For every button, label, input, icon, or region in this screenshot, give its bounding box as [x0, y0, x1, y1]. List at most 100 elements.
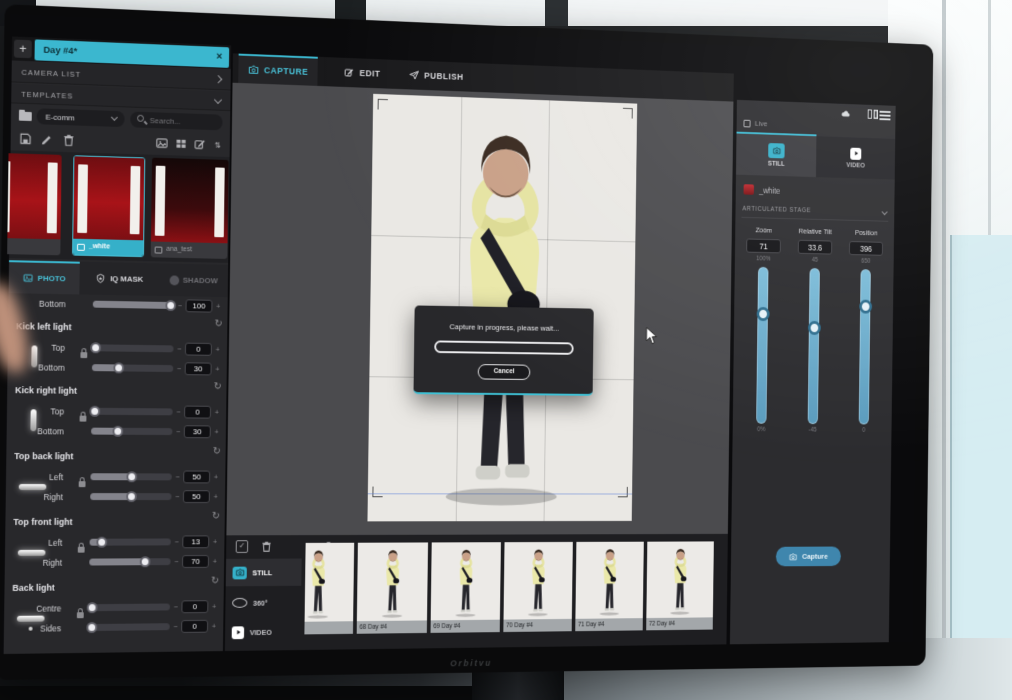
- tab-publish[interactable]: PUBLISH: [399, 60, 473, 92]
- value-box[interactable]: 33.6: [798, 240, 832, 255]
- increment-button[interactable]: +: [215, 365, 219, 374]
- value-box[interactable]: 100: [186, 299, 213, 312]
- mode-tab-video[interactable]: VIDEO: [225, 619, 301, 645]
- filmstrip-item[interactable]: [304, 543, 354, 635]
- tab-edit[interactable]: EDIT: [334, 57, 390, 88]
- slider-knob[interactable]: [87, 602, 98, 613]
- slider[interactable]: [89, 558, 170, 565]
- slider-knob[interactable]: [91, 342, 102, 353]
- slider[interactable]: [91, 408, 172, 416]
- slider[interactable]: [92, 344, 173, 352]
- slider-knob[interactable]: [756, 307, 769, 321]
- decrement-button[interactable]: −: [175, 492, 179, 501]
- grid-view-icon[interactable]: [174, 137, 188, 151]
- decrement-button[interactable]: −: [176, 472, 180, 481]
- capture-button[interactable]: Capture: [776, 547, 841, 567]
- library-icon[interactable]: [868, 109, 872, 118]
- menu-icon[interactable]: [880, 111, 891, 113]
- slider-knob[interactable]: [112, 425, 123, 436]
- slider-knob[interactable]: [126, 471, 137, 482]
- increment-button[interactable]: +: [212, 602, 216, 611]
- slider[interactable]: [92, 364, 173, 372]
- cancel-button[interactable]: Cancel: [478, 364, 531, 380]
- slider[interactable]: [89, 603, 170, 611]
- tab-capture[interactable]: CAPTURE: [238, 54, 318, 86]
- right-tab-video[interactable]: VIDEO: [816, 136, 895, 179]
- increment-button[interactable]: +: [214, 473, 218, 482]
- value-box[interactable]: 70: [182, 555, 209, 568]
- decrement-button[interactable]: −: [175, 537, 179, 546]
- sort-icon[interactable]: ⇅: [214, 141, 220, 150]
- vertical-slider[interactable]: [808, 268, 820, 424]
- increment-button[interactable]: +: [214, 427, 218, 436]
- increment-button[interactable]: +: [216, 302, 220, 311]
- slider-knob[interactable]: [140, 556, 151, 567]
- decrement-button[interactable]: −: [177, 364, 181, 373]
- decrement-button[interactable]: −: [174, 602, 178, 611]
- stage-dropdown[interactable]: ARTICULATED STAGE: [741, 203, 888, 222]
- category-select[interactable]: E-comm: [37, 108, 125, 127]
- increment-button[interactable]: +: [216, 345, 220, 354]
- slider-knob[interactable]: [859, 300, 872, 314]
- right-tab-still[interactable]: STILL: [736, 134, 816, 178]
- select-all-icon[interactable]: ✓: [236, 540, 249, 553]
- slider[interactable]: [90, 473, 171, 480]
- slider-knob[interactable]: [90, 405, 101, 416]
- value-box[interactable]: 0: [181, 600, 208, 613]
- increment-button[interactable]: +: [215, 408, 219, 417]
- tab-photo[interactable]: PHOTO: [9, 260, 80, 294]
- close-icon[interactable]: ×: [216, 51, 222, 63]
- decrement-button[interactable]: −: [176, 427, 180, 436]
- reset-icon[interactable]: ↻: [215, 319, 223, 330]
- value-box[interactable]: 0: [181, 619, 208, 632]
- slider[interactable]: [88, 623, 169, 631]
- trash-icon[interactable]: [62, 133, 76, 147]
- mode-tab-360[interactable]: 360°: [225, 590, 301, 616]
- active-template-row[interactable]: _white: [744, 184, 781, 195]
- slider-knob[interactable]: [126, 491, 137, 502]
- increment-button[interactable]: +: [213, 557, 217, 566]
- template-thumb[interactable]: ana_test: [151, 158, 229, 259]
- slider-knob[interactable]: [165, 299, 176, 310]
- cloud-icon[interactable]: [840, 107, 852, 119]
- decrement-button[interactable]: −: [174, 557, 178, 566]
- tab-iq-mask[interactable]: IQ MASK: [79, 262, 159, 296]
- vertical-slider[interactable]: [756, 267, 768, 424]
- value-box[interactable]: 30: [184, 425, 211, 438]
- template-thumb[interactable]: [2, 153, 62, 255]
- edit-icon[interactable]: [40, 132, 54, 146]
- reset-icon[interactable]: ↻: [211, 576, 219, 587]
- filmstrip-item[interactable]: 70 Day #4: [503, 542, 572, 632]
- decrement-button[interactable]: −: [176, 408, 180, 417]
- filmstrip-item[interactable]: 68 Day #4: [357, 542, 428, 633]
- slider[interactable]: [93, 301, 174, 309]
- increment-button[interactable]: +: [213, 537, 217, 546]
- slider[interactable]: [91, 428, 172, 435]
- value-box[interactable]: 30: [185, 362, 212, 375]
- tab-shadow[interactable]: SHADOW: [159, 263, 228, 297]
- save-icon[interactable]: [19, 132, 33, 146]
- value-box[interactable]: 0: [184, 405, 211, 418]
- decrement-button[interactable]: −: [177, 345, 181, 354]
- image-view-icon[interactable]: [155, 136, 169, 150]
- value-box[interactable]: 396: [849, 241, 883, 256]
- filmstrip-item[interactable]: 72 Day #4: [646, 541, 714, 630]
- slider[interactable]: [90, 493, 171, 500]
- decrement-button[interactable]: −: [174, 622, 178, 631]
- increment-button[interactable]: +: [214, 492, 218, 501]
- value-box[interactable]: 50: [183, 490, 210, 503]
- value-box[interactable]: 71: [746, 239, 781, 254]
- trash-icon[interactable]: [260, 540, 272, 553]
- filmstrip-item[interactable]: 69 Day #4: [431, 542, 501, 633]
- slider-knob[interactable]: [113, 362, 124, 373]
- decrement-button[interactable]: −: [178, 301, 182, 310]
- value-box[interactable]: 13: [182, 535, 209, 548]
- template-thumb-selected[interactable]: _white: [72, 155, 145, 257]
- slider-knob[interactable]: [96, 536, 107, 547]
- reset-icon[interactable]: ↻: [214, 381, 222, 392]
- slider[interactable]: [90, 538, 171, 545]
- reset-icon[interactable]: ↻: [213, 446, 221, 457]
- value-box[interactable]: 50: [183, 470, 210, 483]
- vertical-slider[interactable]: [859, 269, 871, 424]
- slider-knob[interactable]: [87, 621, 98, 632]
